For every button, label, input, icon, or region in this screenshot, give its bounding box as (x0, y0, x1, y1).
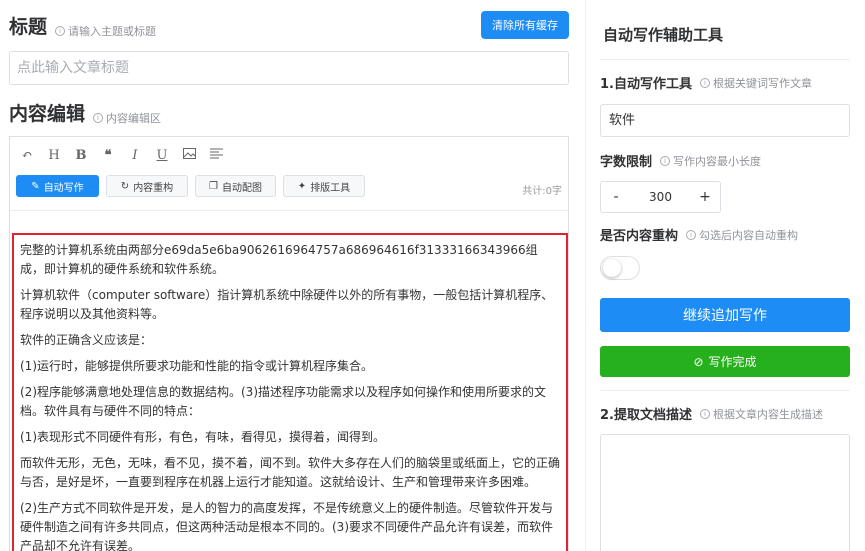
auto-write-button[interactable]: ✎ 自动写作 (16, 175, 99, 197)
assistant-sidebar: 自动写作辅助工具 1.自动写作工具 i 根据关键词写作文章 软件 字数限制 i … (585, 0, 865, 551)
magic-icon: ✦ (297, 180, 307, 192)
restructure-button[interactable]: ↻ 内容重构 (106, 175, 188, 197)
editor-panel: 标题 i 请输入主题或标题 清除所有缓存 内容编辑 i 内容编辑区 ↶ H B … (0, 0, 585, 551)
check-circle-icon: ⊘ (693, 354, 704, 369)
tool-buttons: ✎ 自动写作 ↻ 内容重构 ❐ 自动配图 ✦ 排版工具 (16, 175, 365, 197)
title-input[interactable] (9, 51, 569, 85)
layout-tools-button[interactable]: ✦ 排版工具 (283, 175, 365, 197)
keyword-input[interactable]: 软件 (600, 104, 850, 137)
divider (600, 59, 850, 60)
tool1-header: 1.自动写作工具 i 根据关键词写作文章 (600, 73, 812, 93)
content-hint: i 内容编辑区 (93, 110, 161, 126)
format-toolbar: ↶ H B ❝ I U (20, 148, 223, 164)
paragraph: (1)表现形式不同硬件有形，有色，有味，看得见，摸得着，闻得到。 (20, 430, 386, 444)
info-icon: i (55, 26, 66, 36)
info-icon: i (660, 155, 671, 166)
paragraph: 软件的正确含义应该是： (20, 333, 153, 347)
info-icon: i (699, 77, 710, 88)
writing-done-button[interactable]: ⊘ 写作完成 (600, 346, 850, 377)
clear-cache-button[interactable]: 清除所有缓存 (481, 11, 569, 39)
paragraph: 完整的计算机系统由两部分e69da5e6ba9062616964757a6869… (20, 243, 538, 276)
word-limit-stepper: - 300 + (600, 181, 721, 213)
paragraph: (2)生产方式不同软件是开发，是人的智力的高度发挥，不是传统意义上的硬件制造。尽… (20, 501, 554, 551)
stepper-value[interactable]: 300 (631, 190, 690, 204)
word-count: 共计:0字 (522, 186, 562, 197)
word-limit-hint: i 写作内容最小长度 (660, 153, 761, 169)
quote-icon[interactable]: ❝ (101, 148, 115, 164)
sidebar-heading: 自动写作辅助工具 (603, 26, 724, 44)
underline-icon[interactable]: U (155, 148, 169, 164)
paragraph: (2)程序能够满意地处理信息的数据结构。(3)描述程序功能需求以及程序如何操作和… (20, 385, 546, 418)
restructure-hint: i 勾选后内容自动重构 (686, 227, 798, 243)
paragraph: (1)运行时，能够提供所要求功能和性能的指令或计算机程序集合。 (20, 359, 374, 373)
toggle-knob (603, 259, 621, 277)
toolbar-divider (10, 210, 568, 211)
bold-icon[interactable]: B (74, 148, 88, 164)
undo-icon[interactable]: ↶ (20, 148, 34, 164)
content-heading: 内容编辑 (9, 103, 86, 125)
paragraph: 计算机软件（computer software）指计算机系统中除硬件以外的所有事… (20, 288, 554, 321)
pen-icon: ✎ (31, 180, 40, 192)
decrement-button[interactable]: - (601, 182, 631, 212)
tool2-label: 2.提取文档描述 (600, 408, 692, 423)
tool1-label: 1.自动写作工具 (600, 77, 692, 92)
title-header: 标题 i 请输入主题或标题 (9, 12, 156, 39)
image-icon[interactable] (182, 148, 196, 164)
divider (600, 390, 850, 391)
info-icon: i (93, 113, 104, 123)
word-limit-label: 字数限制 (600, 155, 653, 170)
gallery-icon: ❐ (209, 180, 218, 192)
heading-icon[interactable]: H (47, 148, 61, 164)
auto-image-button[interactable]: ❐ 自动配图 (195, 175, 276, 197)
tool2-hint: i 根据文章内容生成描述 (699, 406, 823, 422)
refresh-icon: ↻ (120, 180, 130, 192)
increment-button[interactable]: + (690, 182, 720, 212)
tool1-hint: i 根据关键词写作文章 (699, 75, 812, 91)
paragraph: 而软件无形，无色，无味，看不见，摸不着，闻不到。软件大多存在人们的脑袋里或纸面上… (20, 456, 561, 489)
continue-writing-button[interactable]: 继续追加写作 (600, 298, 850, 332)
tool2-header: 2.提取文档描述 i 根据文章内容生成描述 (600, 404, 823, 424)
align-icon[interactable] (209, 148, 223, 164)
title-heading: 标题 (9, 16, 48, 38)
rich-text-editor: ↶ H B ❝ I U ✎ 自动写作 ↻ 内容重构 ❐ 自动配图 ✦ 排版工具 … (9, 136, 569, 551)
restructure-toggle[interactable] (600, 256, 640, 280)
info-icon: i (686, 229, 697, 240)
info-icon: i (699, 408, 710, 419)
word-limit-header: 字数限制 i 写作内容最小长度 (600, 151, 761, 171)
content-header: 内容编辑 i 内容编辑区 (9, 99, 161, 126)
restructure-label: 是否内容重构 (600, 229, 679, 244)
description-output[interactable] (600, 434, 850, 551)
title-hint: i 请输入主题或标题 (55, 23, 156, 39)
italic-icon[interactable]: I (128, 148, 142, 164)
content-area[interactable]: 完整的计算机系统由两部分e69da5e6ba9062616964757a6869… (12, 233, 568, 551)
restructure-header: 是否内容重构 i 勾选后内容自动重构 (600, 225, 798, 245)
